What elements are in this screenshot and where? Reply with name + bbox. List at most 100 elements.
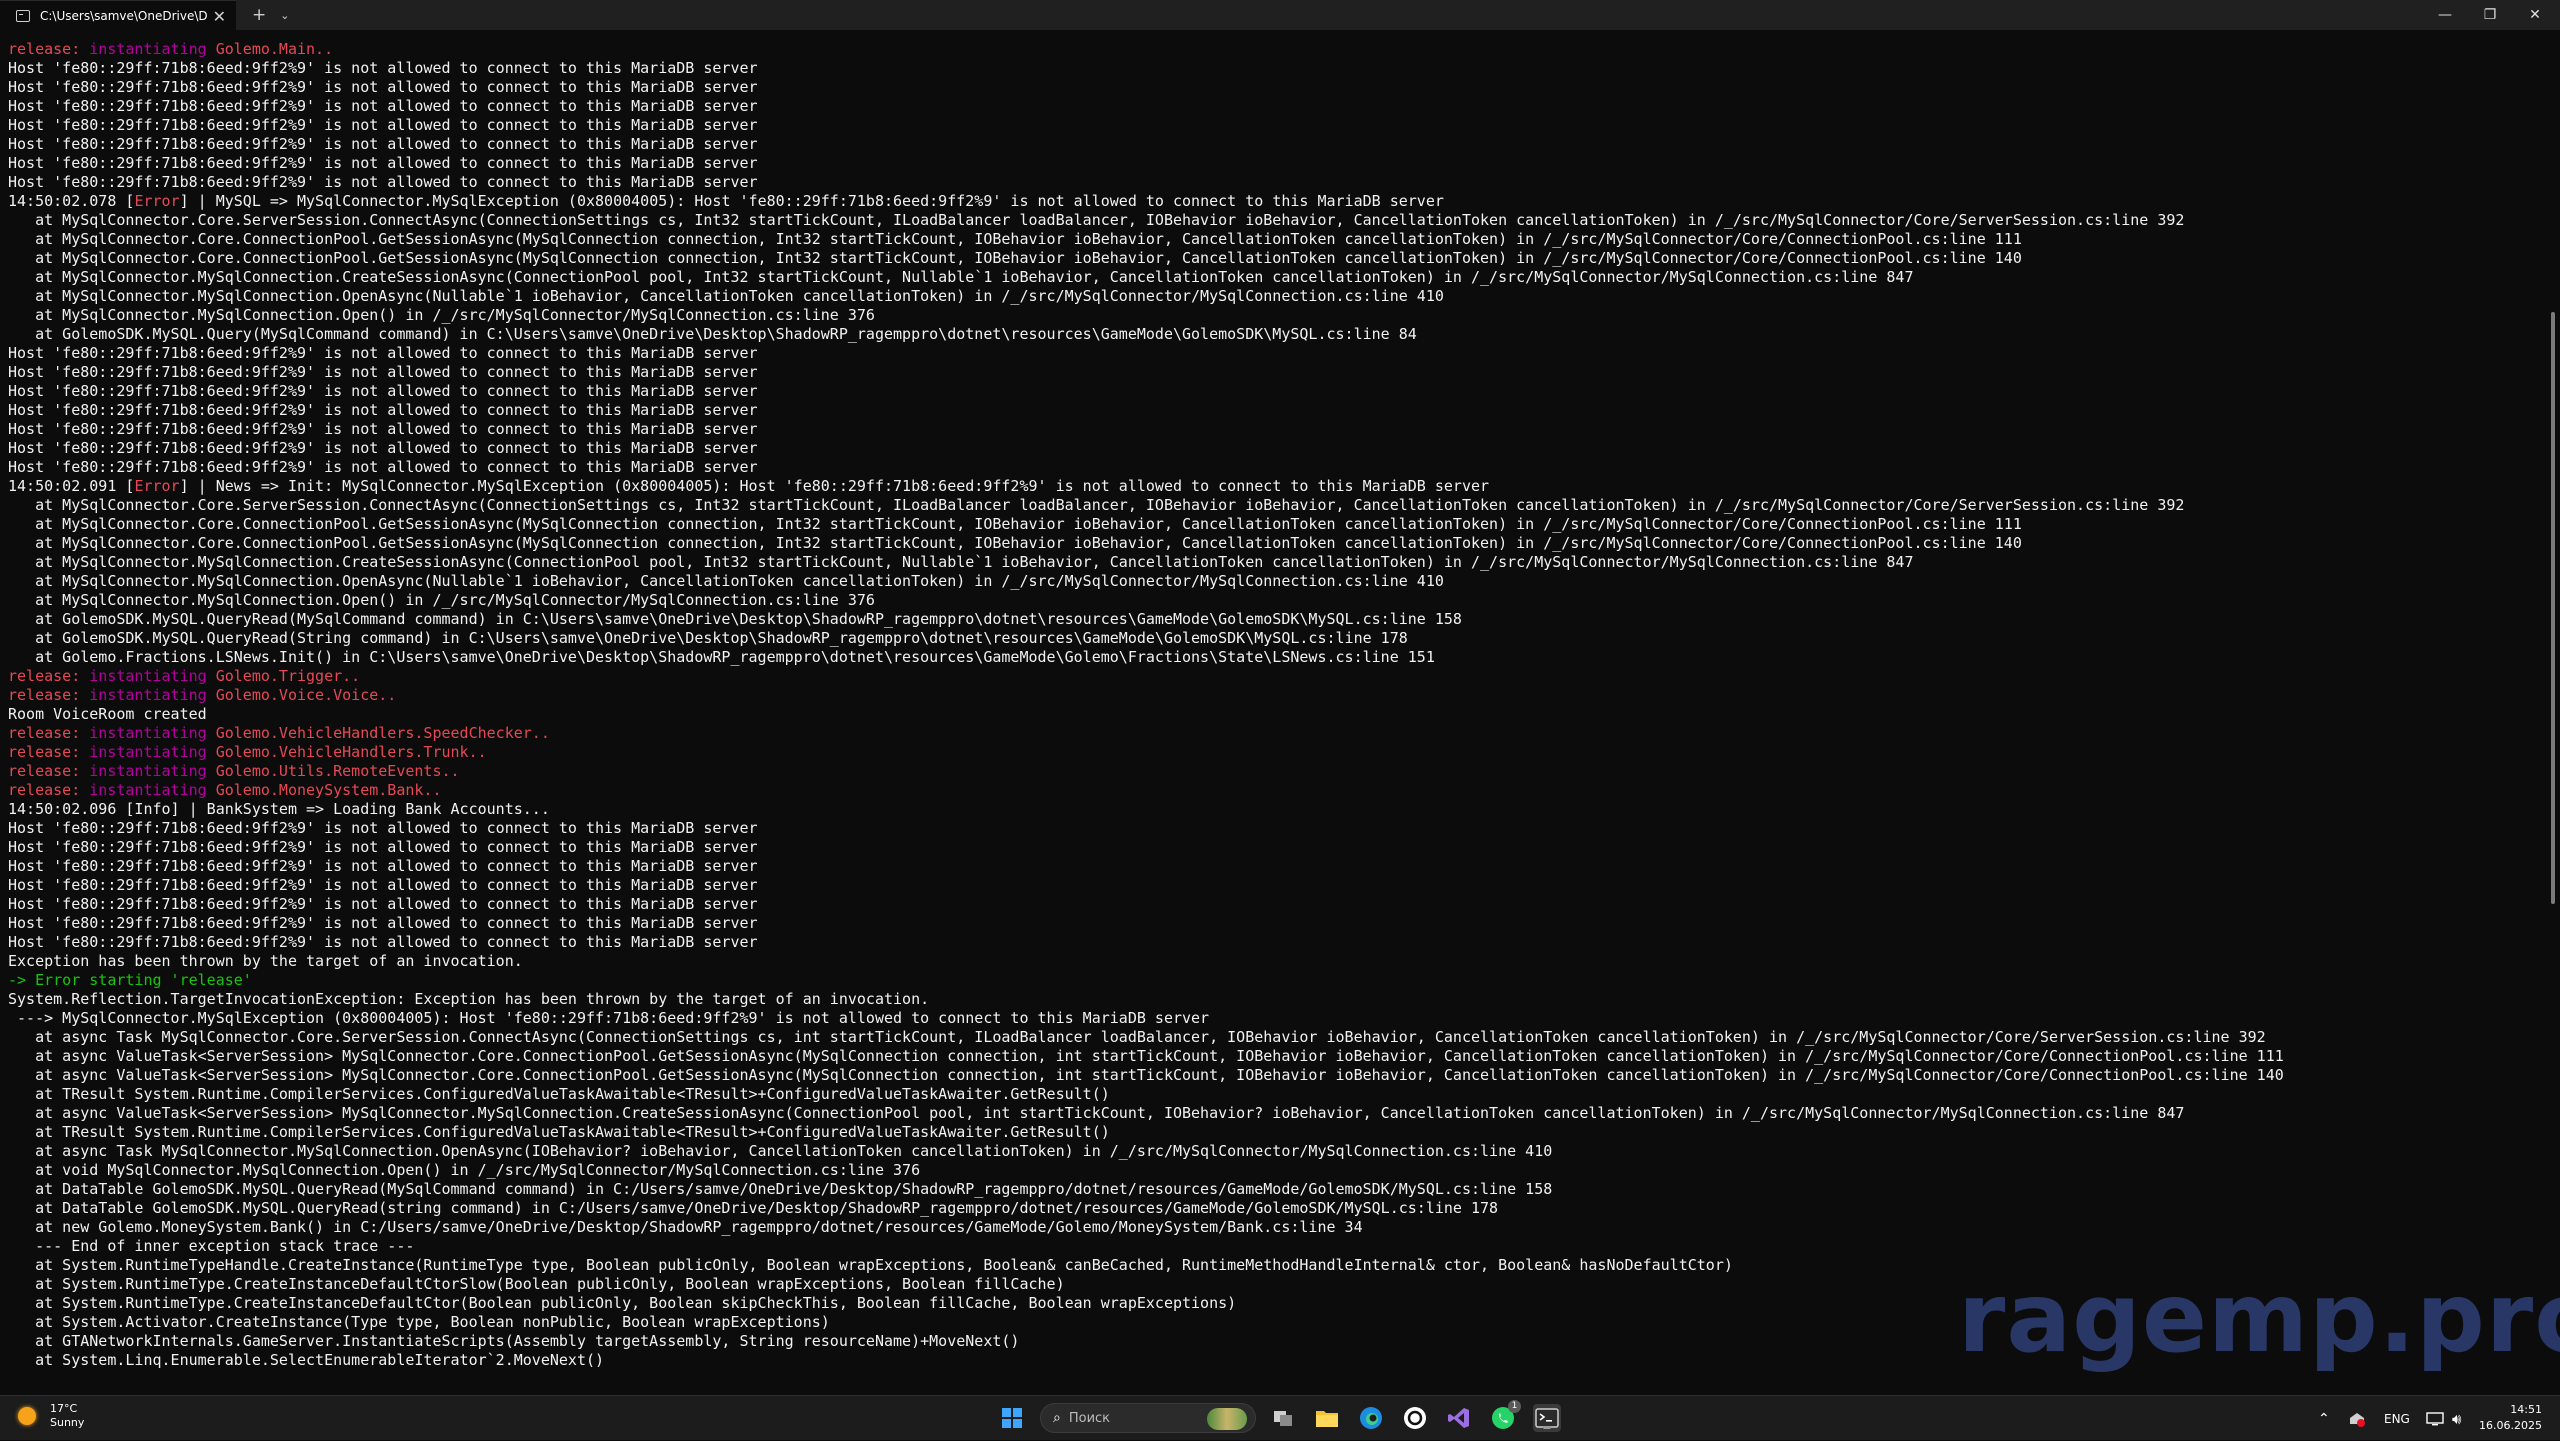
terminal-line: at MySqlConnector.MySqlConnection.Create… xyxy=(8,553,2548,572)
volume-icon[interactable]: 🔊︎ xyxy=(2452,1396,2461,1441)
terminal-line: Host 'fe80::29ff:71b8:6eed:9ff2%9' is no… xyxy=(8,78,2548,97)
terminal-text-segment: -> Error starting 'release' xyxy=(8,971,252,989)
scrollbar-thumb[interactable] xyxy=(2551,312,2555,904)
new-tab-button[interactable]: + xyxy=(252,5,266,25)
clock-time: 14:51 xyxy=(2510,1403,2542,1416)
terminal-text-segment: Host 'fe80::29ff:71b8:6eed:9ff2%9' is no… xyxy=(8,857,758,875)
terminal-text-segment: 14:50:02.096 [Info] | BankSystem => Load… xyxy=(8,800,550,818)
terminal-text-segment: Host 'fe80::29ff:71b8:6eed:9ff2%9' is no… xyxy=(8,439,758,457)
terminal-line: Host 'fe80::29ff:71b8:6eed:9ff2%9' is no… xyxy=(8,401,2548,420)
terminal-line: 14:50:02.078 [Error] | MySQL => MySqlCon… xyxy=(8,192,2548,211)
terminal-line: at DataTable GolemoSDK.MySQL.QueryRead(M… xyxy=(8,1180,2548,1199)
terminal-text-segment: at GTANetworkInternals.GameServer.Instan… xyxy=(8,1332,1020,1350)
terminal-taskbar-button[interactable] xyxy=(1533,1404,1561,1432)
terminal-text-segment: instantiating xyxy=(89,40,216,58)
minimize-button[interactable]: — xyxy=(2422,0,2468,30)
clock[interactable]: 14:51 16.06.2025 xyxy=(2479,1402,2542,1434)
taskbar-search-box[interactable]: ⌕ Поиск xyxy=(1040,1403,1256,1433)
language-indicator[interactable]: ENG xyxy=(2384,1396,2410,1441)
terminal-line: Host 'fe80::29ff:71b8:6eed:9ff2%9' is no… xyxy=(8,439,2548,458)
terminal-text-segment: Host 'fe80::29ff:71b8:6eed:9ff2%9' is no… xyxy=(8,382,758,400)
terminal-line: Host 'fe80::29ff:71b8:6eed:9ff2%9' is no… xyxy=(8,895,2548,914)
terminal-text-segment: release: xyxy=(8,686,90,704)
title-bar: C:\Users\samve\OneDrive\Des ✕ + ⌄ — ❐ ✕ xyxy=(0,0,2560,30)
weather-temperature: 17°C xyxy=(50,1402,78,1415)
terminal-text-segment: at MySqlConnector.MySqlConnection.OpenAs… xyxy=(8,572,1444,590)
whatsapp-button[interactable]: 1 xyxy=(1489,1400,1521,1432)
terminal-text-segment: Host 'fe80::29ff:71b8:6eed:9ff2%9' is no… xyxy=(8,914,758,932)
terminal-text-segment: Host 'fe80::29ff:71b8:6eed:9ff2%9' is no… xyxy=(8,401,758,419)
show-hidden-icons-button[interactable]: ⌃ xyxy=(2318,1396,2330,1441)
terminal-text-segment: at MySqlConnector.Core.ConnectionPool.Ge… xyxy=(8,534,2022,552)
whatsapp-badge: 1 xyxy=(1508,1400,1521,1413)
terminal-text-segment: 14:50:02.091 [ xyxy=(8,477,135,495)
terminal-text-segment: ] | News => Init: MySqlConnector.MySqlEx… xyxy=(179,477,1490,495)
clock-date: 16.06.2025 xyxy=(2479,1419,2542,1432)
terminal-line: -> Error starting 'release' xyxy=(8,971,2548,990)
terminal-line: at MySqlConnector.Core.ConnectionPool.Ge… xyxy=(8,534,2548,553)
terminal-text-segment: at System.RuntimeType.CreateInstanceDefa… xyxy=(8,1294,1237,1312)
tab-title: C:\Users\samve\OneDrive\Des xyxy=(40,8,208,23)
terminal-line: at TResult System.Runtime.CompilerServic… xyxy=(8,1123,2548,1142)
terminal-line: at MySqlConnector.Core.ServerSession.Con… xyxy=(8,211,2548,230)
terminal-text-segment: Host 'fe80::29ff:71b8:6eed:9ff2%9' is no… xyxy=(8,135,758,153)
visual-studio-button[interactable] xyxy=(1445,1404,1473,1432)
weather-widget[interactable]: 17°C Sunny xyxy=(18,1402,84,1430)
terminal-text-segment: Host 'fe80::29ff:71b8:6eed:9ff2%9' is no… xyxy=(8,895,758,913)
terminal-text-segment: at MySqlConnector.Core.ConnectionPool.Ge… xyxy=(8,249,2022,267)
terminal-line: at MySqlConnector.MySqlConnection.OpenAs… xyxy=(8,287,2548,306)
tab-close-icon[interactable]: ✕ xyxy=(213,7,226,26)
terminal-line: at DataTable GolemoSDK.MySQL.QueryRead(s… xyxy=(8,1199,2548,1218)
terminal-line: at async ValueTask<ServerSession> MySqlC… xyxy=(8,1066,2548,1085)
terminal-text-segment: Host 'fe80::29ff:71b8:6eed:9ff2%9' is no… xyxy=(8,97,758,115)
terminal-text-segment: at TResult System.Runtime.CompilerServic… xyxy=(8,1085,1110,1103)
terminal-line: at MySqlConnector.MySqlConnection.Open()… xyxy=(8,306,2548,325)
terminal-line: Host 'fe80::29ff:71b8:6eed:9ff2%9' is no… xyxy=(8,819,2548,838)
terminal-tab-icon xyxy=(16,9,30,22)
terminal-text-segment: Host 'fe80::29ff:71b8:6eed:9ff2%9' is no… xyxy=(8,876,758,894)
file-explorer-button[interactable] xyxy=(1313,1404,1341,1432)
weather-description: Sunny xyxy=(50,1416,85,1429)
edge-browser-button[interactable] xyxy=(1357,1404,1385,1432)
terminal-line: Host 'fe80::29ff:71b8:6eed:9ff2%9' is no… xyxy=(8,857,2548,876)
terminal-text-segment: Host 'fe80::29ff:71b8:6eed:9ff2%9' is no… xyxy=(8,838,758,856)
terminal-line: at async Task MySqlConnector.Core.Server… xyxy=(8,1028,2548,1047)
terminal-text-segment: Host 'fe80::29ff:71b8:6eed:9ff2%9' is no… xyxy=(8,344,758,362)
terminal-line: Host 'fe80::29ff:71b8:6eed:9ff2%9' is no… xyxy=(8,838,2548,857)
terminal-text-segment: ---> MySqlConnector.MySqlException (0x80… xyxy=(8,1009,1210,1027)
terminal-line: Room VoiceRoom created xyxy=(8,705,2548,724)
edge-icon xyxy=(1360,1407,1382,1429)
terminal-line: Host 'fe80::29ff:71b8:6eed:9ff2%9' is no… xyxy=(8,154,2548,173)
terminal-output[interactable]: release: instantiating Golemo.Main.. Host… xyxy=(0,30,2548,1395)
terminal-line: at MySqlConnector.MySqlConnection.Open()… xyxy=(8,591,2548,610)
terminal-text-segment: Host 'fe80::29ff:71b8:6eed:9ff2%9' is no… xyxy=(8,819,758,837)
close-window-button[interactable]: ✕ xyxy=(2512,0,2558,30)
start-button[interactable] xyxy=(998,1404,1026,1432)
terminal-text-segment: Host 'fe80::29ff:71b8:6eed:9ff2%9' is no… xyxy=(8,59,758,77)
tab-dropdown-button[interactable]: ⌄ xyxy=(280,9,289,22)
terminal-text-segment: at MySqlConnector.Core.ServerSession.Con… xyxy=(8,211,2185,229)
terminal-text-segment: Host 'fe80::29ff:71b8:6eed:9ff2%9' is no… xyxy=(8,154,758,172)
terminal-text-segment: at MySqlConnector.MySqlConnection.Open()… xyxy=(8,306,875,324)
terminal-text-segment: Golemo.Trigger.. xyxy=(215,667,361,685)
terminal-line: System.Reflection.TargetInvocationExcept… xyxy=(8,990,2548,1009)
terminal-line: at MySqlConnector.Core.ServerSession.Con… xyxy=(8,496,2548,515)
terminal-line: release: instantiating Golemo.Voice.Voic… xyxy=(8,686,2548,705)
terminal-line: --- End of inner exception stack trace -… xyxy=(8,1237,2548,1256)
terminal-text-segment: at DataTable GolemoSDK.MySQL.QueryRead(M… xyxy=(8,1180,1553,1198)
antivirus-tray-icon[interactable] xyxy=(2348,1396,2366,1441)
terminal-text-segment: at MySqlConnector.MySqlConnection.OpenAs… xyxy=(8,287,1444,305)
terminal-line: Host 'fe80::29ff:71b8:6eed:9ff2%9' is no… xyxy=(8,97,2548,116)
terminal-text-segment: at MySqlConnector.Core.ServerSession.Con… xyxy=(8,496,2185,514)
terminal-line: 14:50:02.091 [Error] | News => Init: MyS… xyxy=(8,477,2548,496)
task-view-button[interactable] xyxy=(1269,1404,1297,1432)
maximize-button[interactable]: ❐ xyxy=(2467,0,2513,30)
terminal-text-segment: at TResult System.Runtime.CompilerServic… xyxy=(8,1123,1110,1141)
chatgpt-button[interactable] xyxy=(1401,1404,1429,1432)
search-placeholder: Поиск xyxy=(1068,1410,1111,1426)
terminal-line: Host 'fe80::29ff:71b8:6eed:9ff2%9' is no… xyxy=(8,933,2548,952)
terminal-text-segment: at MySqlConnector.MySqlConnection.Create… xyxy=(8,553,1914,571)
folder-icon xyxy=(1316,1411,1338,1427)
network-icon[interactable] xyxy=(2426,1396,2444,1441)
terminal-tab[interactable]: C:\Users\samve\OneDrive\Des ✕ xyxy=(0,0,236,30)
